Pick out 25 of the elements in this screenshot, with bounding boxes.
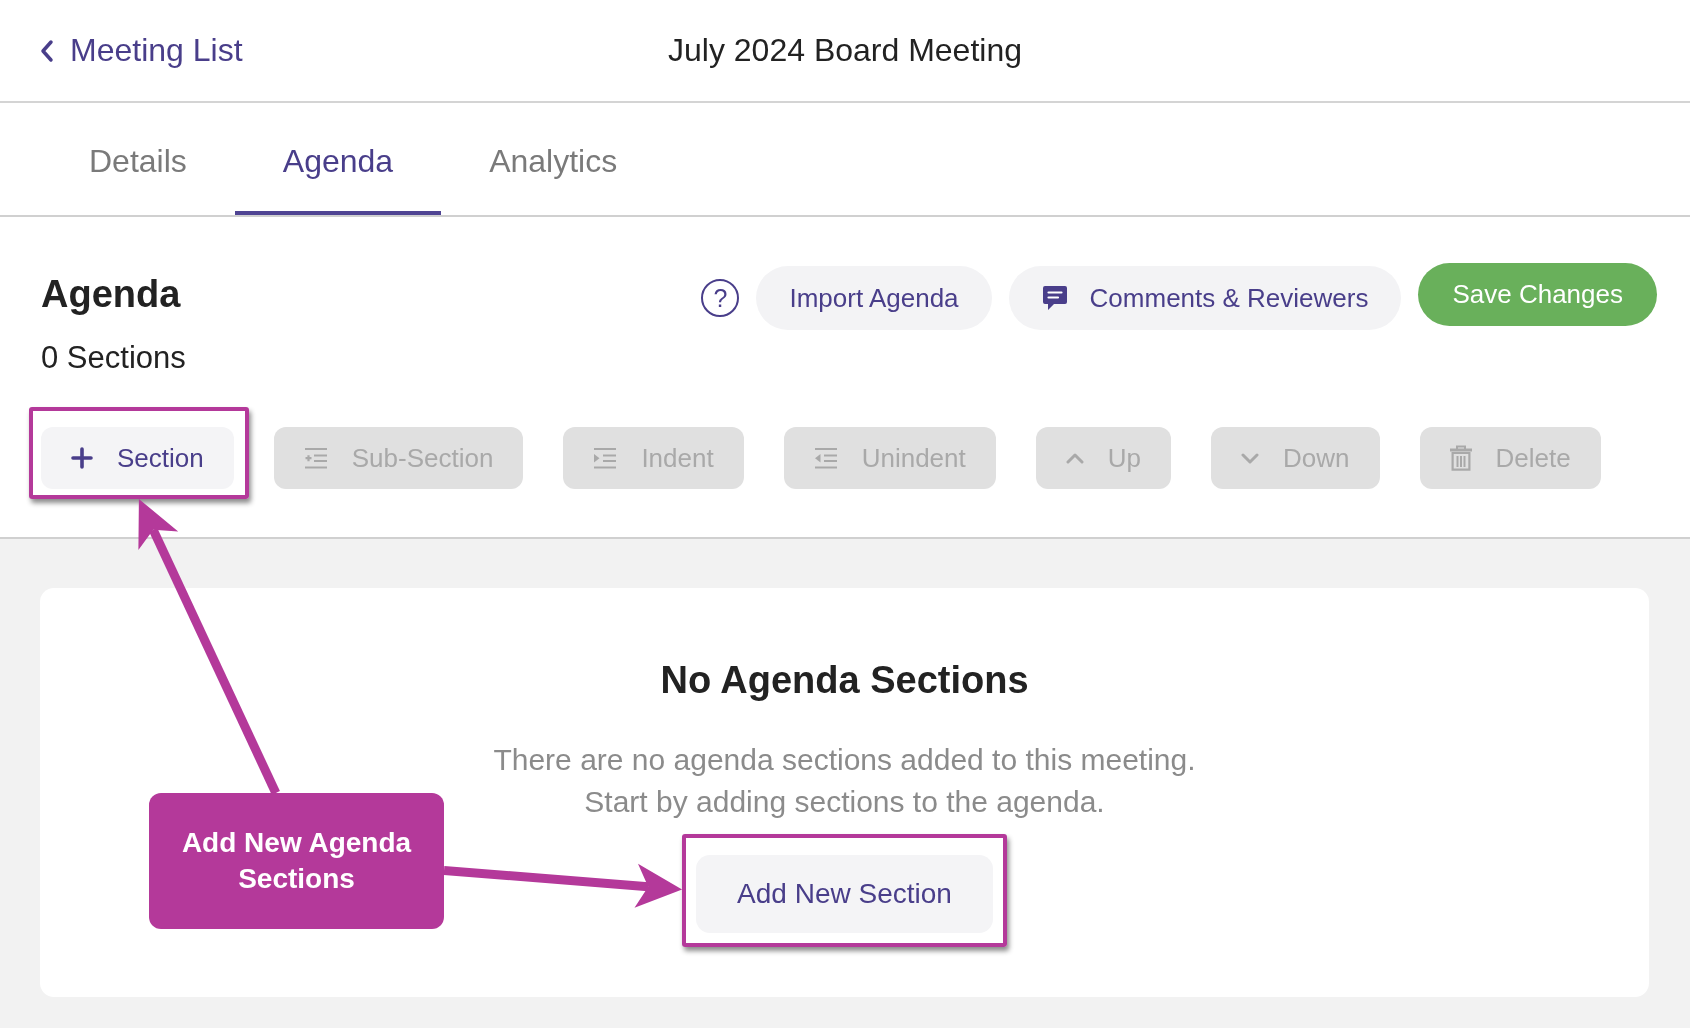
list-icon <box>303 447 328 469</box>
add-section-button[interactable]: Section <box>41 427 234 489</box>
outdent-icon <box>813 447 838 469</box>
tab[interactable]: Agenda <box>234 103 442 215</box>
plus-icon <box>71 447 93 469</box>
save-button[interactable]: Save Changes <box>1418 262 1657 326</box>
annotation-callout: Add New Agenda Sections <box>149 793 444 929</box>
chat-icon <box>1041 285 1068 311</box>
add-section-button[interactable]: Add New Section <box>696 855 993 933</box>
empty-state-description: There are no agenda sections added to this meeting. Start by adding sections to the agenda. <box>493 742 1196 820</box>
comments-button[interactable]: Comments & Reviewers <box>1008 266 1402 330</box>
help-button[interactable]: ? <box>701 279 740 317</box>
page-title: July 2024 Board Meeting <box>668 32 1022 69</box>
trash-icon <box>1449 445 1472 471</box>
indent-icon <box>593 447 618 469</box>
chevron-up-icon <box>1065 452 1084 464</box>
section-heading: Agenda <box>41 272 182 317</box>
chevron-down-icon <box>1241 452 1259 464</box>
tab[interactable]: Details <box>41 103 235 215</box>
section-count: 0 Sections <box>41 339 186 377</box>
empty-state-title: No Agenda Sections <box>660 658 1029 703</box>
back-link[interactable]: Meeting List <box>40 32 243 69</box>
chevron-left-icon <box>40 38 54 63</box>
tab[interactable]: Analytics <box>441 103 666 215</box>
import-button[interactable]: Import Agenda <box>756 266 992 330</box>
